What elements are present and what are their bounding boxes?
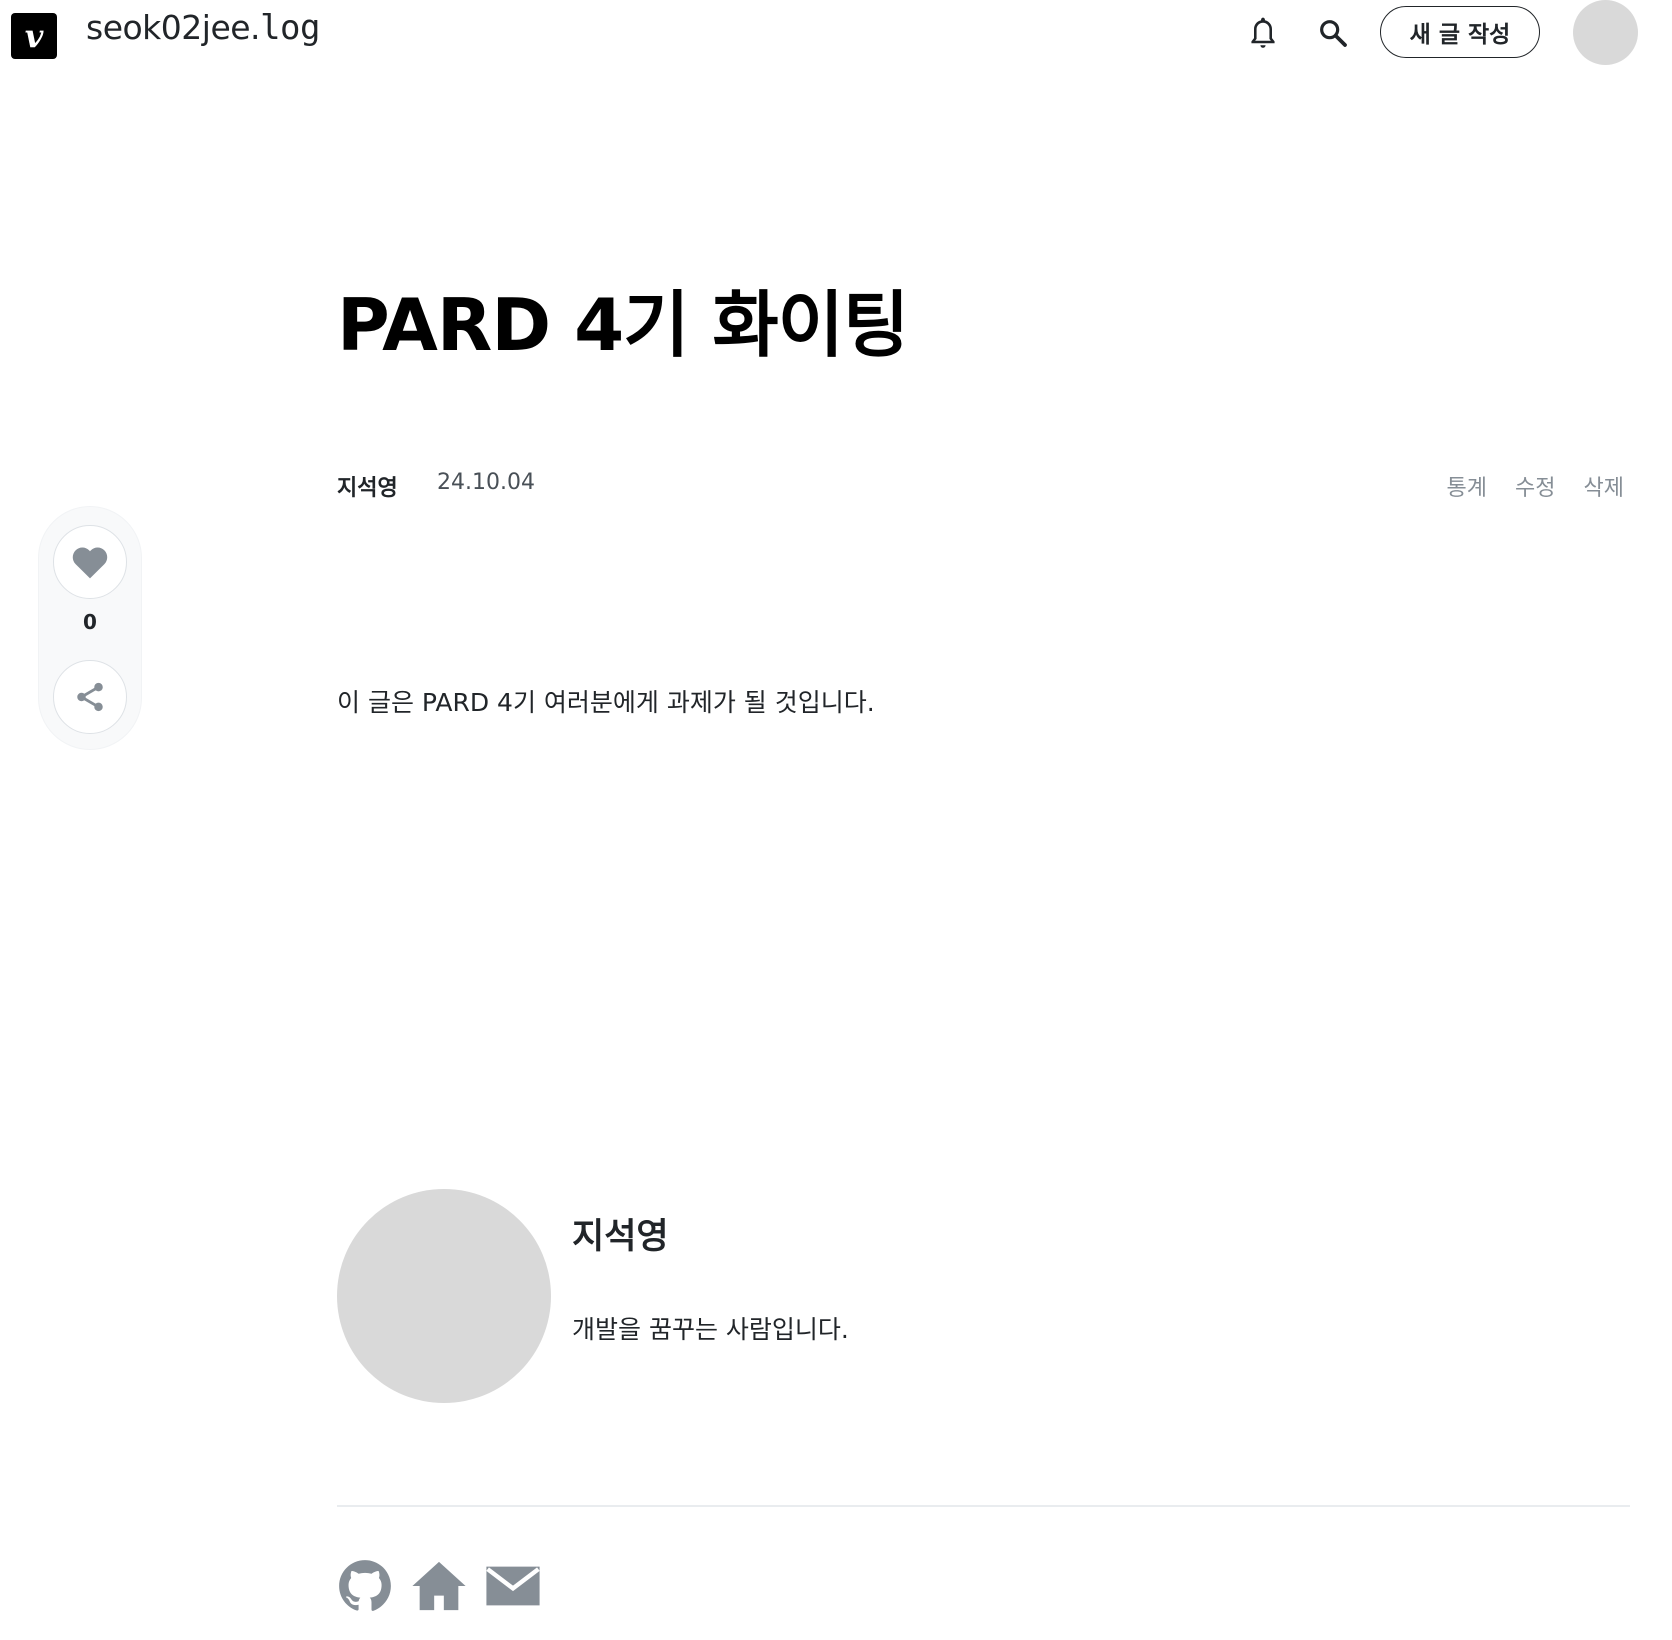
new-post-button[interactable]: 새 글 작성 bbox=[1380, 6, 1540, 58]
like-button[interactable] bbox=[53, 525, 127, 599]
profile-name[interactable]: 지석영 bbox=[572, 1208, 669, 1259]
profile-avatar[interactable] bbox=[337, 1189, 551, 1403]
github-link[interactable] bbox=[335, 1556, 395, 1616]
search-icon bbox=[1320, 20, 1347, 47]
post-date: 24.10.04 bbox=[437, 470, 535, 495]
notification-button[interactable] bbox=[1239, 9, 1287, 57]
blog-suffix: log bbox=[260, 8, 320, 48]
post-author[interactable]: 지석영 bbox=[337, 470, 398, 502]
user-avatar[interactable] bbox=[1573, 0, 1638, 65]
blog-name: seok02jee. bbox=[86, 8, 261, 47]
heart-icon bbox=[72, 547, 108, 579]
mail-icon bbox=[486, 1566, 540, 1606]
share-icon bbox=[77, 682, 103, 712]
velog-logo[interactable]: v bbox=[11, 13, 57, 59]
delete-link[interactable]: 삭제 bbox=[1584, 470, 1624, 502]
profile-bio: 개발을 꿈꾸는 사람입니다. bbox=[572, 1315, 849, 1344]
side-action-panel: 0 bbox=[38, 506, 142, 750]
profile-divider bbox=[337, 1505, 1630, 1507]
post-title: PARD 4기 화이팅 bbox=[337, 283, 909, 367]
email-link[interactable] bbox=[483, 1556, 543, 1616]
blog-title[interactable]: seok02jee.log bbox=[86, 8, 320, 48]
post-actions: 통계 수정 삭제 bbox=[1447, 470, 1624, 502]
share-button[interactable] bbox=[53, 660, 127, 734]
like-count: 0 bbox=[83, 610, 97, 634]
post-body: 이 글은 PARD 4기 여러분에게 과제가 될 것입니다. bbox=[337, 688, 875, 717]
logo-letter: v bbox=[24, 17, 44, 55]
homepage-link[interactable] bbox=[409, 1556, 469, 1616]
home-icon bbox=[412, 1561, 466, 1611]
edit-link[interactable]: 수정 bbox=[1515, 470, 1555, 502]
stats-link[interactable]: 통계 bbox=[1447, 470, 1487, 502]
github-icon bbox=[339, 1560, 391, 1611]
bell-icon bbox=[1251, 17, 1275, 48]
search-button[interactable] bbox=[1309, 9, 1357, 57]
